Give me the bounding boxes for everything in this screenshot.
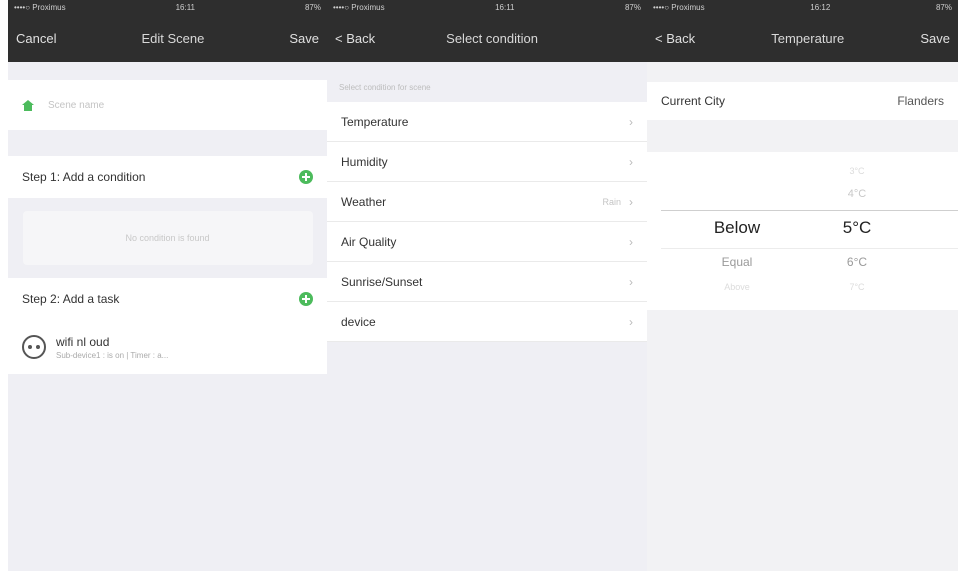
- current-city-row[interactable]: Current City Flanders: [647, 82, 958, 120]
- page-title: Select condition: [446, 30, 538, 46]
- battery-text: 87%: [935, 2, 952, 12]
- time-text: 16:12: [810, 2, 831, 12]
- task-name: wifi nl oud: [56, 334, 110, 349]
- status-bar: ••••○ Proximus 16:11 87%: [327, 0, 647, 14]
- condition-item-temperature[interactable]: Temperature ›: [327, 102, 647, 142]
- smart-plug-icon: [22, 335, 46, 359]
- operator-option[interactable]: Above: [687, 282, 787, 292]
- temperature-option[interactable]: 3°C: [817, 166, 897, 176]
- chevron-right-icon: ›: [629, 114, 633, 129]
- condition-item-weather[interactable]: Weather Rain ›: [327, 182, 647, 222]
- cancel-button[interactable]: Cancel: [16, 31, 56, 46]
- current-city-value: Flanders: [897, 94, 944, 108]
- condition-label: Weather: [341, 194, 387, 209]
- current-city-label: Current City: [661, 94, 726, 108]
- operator-selected[interactable]: Below: [687, 218, 787, 238]
- task-description: Sub-device1 : is on | Timer : a...: [56, 350, 169, 360]
- temperature-picker[interactable]: Below Equal Above 3°C 4°C 5°C 6°C 7°C: [647, 152, 958, 310]
- time-text: 16:11: [175, 2, 196, 12]
- condition-right: ›: [621, 275, 633, 289]
- page-title: Edit Scene: [141, 30, 205, 46]
- task-item[interactable]: wifi nl oud Sub-device1 : is on | Timer …: [8, 320, 327, 374]
- condition-label: Air Quality: [341, 234, 397, 249]
- condition-value: Rain: [602, 196, 621, 207]
- add-task-plus-icon[interactable]: [299, 292, 313, 306]
- section-header: Select condition for scene: [327, 62, 647, 102]
- chevron-right-icon: ›: [629, 314, 633, 329]
- scene-name-row[interactable]: Scene name: [8, 80, 327, 130]
- chevron-right-icon: ›: [629, 234, 633, 249]
- carrier-text: ••••○ Proximus: [653, 2, 705, 12]
- task-text: wifi nl oud Sub-device1 : is on | Timer …: [56, 335, 168, 360]
- condition-item-sunrise-sunset[interactable]: Sunrise/Sunset ›: [327, 262, 647, 302]
- back-button[interactable]: < Back: [335, 31, 375, 46]
- temperature-selected[interactable]: 5°C: [817, 218, 897, 238]
- scene-name-field: Scene name: [22, 99, 104, 111]
- back-button[interactable]: < Back: [655, 31, 695, 46]
- nav-bar: < Back Temperature Save: [647, 14, 958, 62]
- step1-row: Step 1: Add a condition: [8, 156, 327, 198]
- page-title: Temperature: [771, 30, 845, 46]
- battery-text: 87%: [304, 2, 321, 12]
- nav-bar: < Back Select condition: [327, 14, 647, 62]
- step2-label: Step 2: Add a task: [22, 292, 120, 306]
- save-button[interactable]: Save: [289, 31, 319, 46]
- status-bar: ••••○ Proximus 16:12 87%: [647, 0, 958, 14]
- condition-right: ›: [621, 115, 633, 129]
- picker-selection-line-top: [661, 210, 958, 211]
- condition-label: device: [341, 314, 376, 329]
- chevron-right-icon: ›: [629, 154, 633, 169]
- step1-label: Step 1: Add a condition: [22, 170, 146, 184]
- time-text: 16:11: [495, 2, 515, 12]
- step2-row: Step 2: Add a task: [8, 278, 327, 320]
- scene-name-input[interactable]: Scene name: [48, 100, 104, 111]
- conditions-empty-area: No condition is found: [8, 198, 327, 278]
- chevron-right-icon: ›: [629, 194, 633, 209]
- picker-selection-line-bottom: [661, 248, 958, 249]
- battery-text: 87%: [624, 2, 641, 12]
- empty-state-box: No condition is found: [22, 211, 313, 265]
- carrier-text: ••••○ Proximus: [14, 2, 66, 12]
- home-icon: [22, 99, 34, 111]
- temperature-screen: ••••○ Proximus 16:12 87% < Back Temperat…: [647, 0, 958, 571]
- empty-state-text: No condition is found: [125, 233, 210, 243]
- condition-item-humidity[interactable]: Humidity ›: [327, 142, 647, 182]
- carrier-text: ••••○ Proximus: [333, 2, 385, 12]
- operator-option[interactable]: Equal: [687, 255, 787, 269]
- condition-right: ›: [621, 315, 633, 329]
- temperature-option[interactable]: 4°C: [817, 188, 897, 200]
- condition-right: ›: [621, 235, 633, 249]
- nav-bar: Cancel Edit Scene Save: [8, 14, 327, 62]
- chevron-right-icon: ›: [629, 274, 633, 289]
- save-button[interactable]: Save: [920, 31, 950, 46]
- add-condition-plus-icon[interactable]: [299, 170, 313, 184]
- edit-scene-screen: ••••○ Proximus 16:11 87% Cancel Edit Sce…: [8, 0, 327, 571]
- condition-label: Temperature: [341, 114, 409, 129]
- status-bar: ••••○ Proximus 16:11 87%: [8, 0, 327, 14]
- condition-label: Humidity: [341, 154, 388, 169]
- temperature-option[interactable]: 6°C: [817, 255, 897, 269]
- condition-item-air-quality[interactable]: Air Quality ›: [327, 222, 647, 262]
- condition-right: Rain ›: [602, 195, 633, 209]
- condition-right: ›: [621, 155, 633, 169]
- condition-item-device[interactable]: device ›: [327, 302, 647, 342]
- select-condition-screen: ••••○ Proximus 16:11 87% < Back Select c…: [327, 0, 647, 571]
- temperature-option[interactable]: 7°C: [817, 282, 897, 292]
- condition-label: Sunrise/Sunset: [341, 274, 423, 289]
